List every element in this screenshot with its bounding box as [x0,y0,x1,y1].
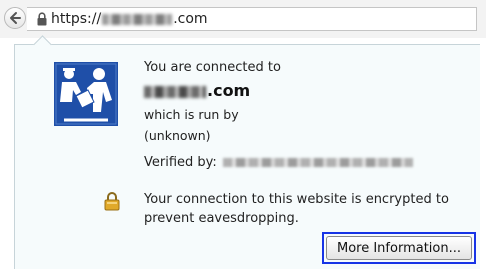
url-prefix: https:// [51,11,102,27]
verifier-line: Verified by: [144,155,413,170]
back-arrow-icon [10,12,21,24]
hostname-suffix: .com [207,81,251,100]
encryption-message: Your connection to this website is encry… [144,192,449,226]
site-hostname: .com [144,81,250,100]
connected-to-label: You are connected to [144,60,281,75]
verified-by-label: Verified by: [144,155,217,170]
more-information-highlight: More Information... [322,232,476,264]
more-information-button[interactable]: More Information... [326,236,472,260]
url-suffix: .com [173,11,208,27]
redacted-hostname [102,13,173,25]
url-field[interactable]: https:// .com [27,7,477,31]
navigation-toolbar: https:// .com [0,0,486,38]
back-button[interactable] [4,7,26,29]
url-text: https:// .com [51,11,208,27]
identity-verification-icon [54,62,118,126]
run-by-label: which is run by [144,107,239,122]
redacted-verifier [222,158,413,167]
lock-icon[interactable] [37,12,47,26]
padlock-icon [104,192,120,211]
site-owner: (unknown) [144,128,211,143]
redacted-hostname [144,85,206,98]
